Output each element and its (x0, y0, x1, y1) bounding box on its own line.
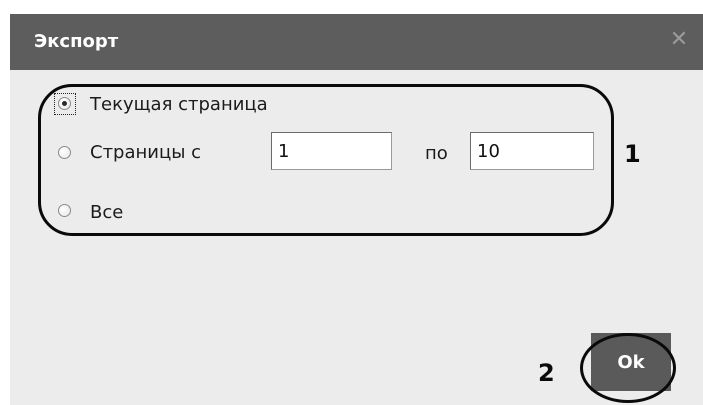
annotation-number-1: 1 (624, 140, 641, 168)
close-icon[interactable]: ✕ (667, 28, 691, 52)
current-page-label: Текущая страница (90, 94, 268, 115)
ok-button[interactable]: Ok (591, 333, 671, 391)
pages-to-input[interactable] (470, 132, 594, 170)
annotation-number-2: 2 (538, 359, 555, 387)
radio-pages-range[interactable] (58, 146, 71, 159)
radio-all[interactable] (58, 204, 71, 217)
radio-row-current-page[interactable]: Текущая страница (10, 93, 370, 126)
dialog-titlebar: Экспорт ✕ (10, 14, 703, 70)
radio-current-page[interactable] (58, 97, 71, 110)
pages-to-label: по (425, 143, 448, 164)
all-label: Все (90, 202, 124, 223)
radio-row-all[interactable]: Все (10, 200, 210, 232)
pages-from-input[interactable] (271, 132, 392, 170)
pages-range-label: Страницы с (90, 142, 202, 163)
dialog-title: Экспорт (34, 31, 119, 52)
page-range-options: Текущая страница Страницы с по Все 1 (10, 70, 703, 270)
